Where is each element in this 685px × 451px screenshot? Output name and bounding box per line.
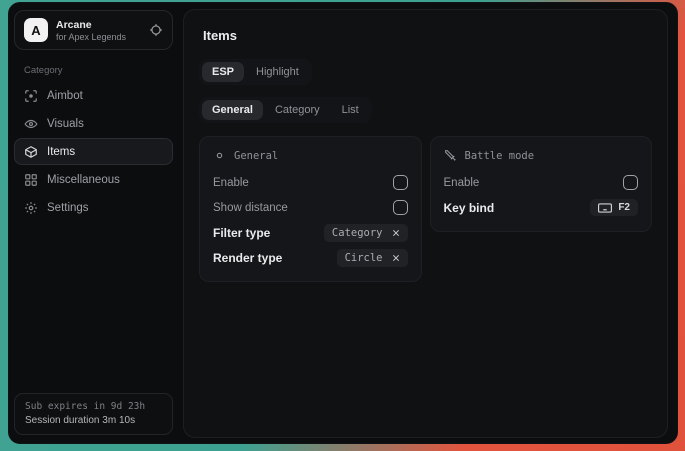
sidebar-item-aimbot[interactable]: Aimbot	[14, 82, 173, 109]
app-header-card: A Arcane for Apex Legends	[14, 10, 173, 50]
setting-row-enable: Enable	[213, 170, 408, 195]
setting-row-battle-enable: Enable	[444, 170, 639, 195]
app-name: Arcane	[56, 19, 126, 31]
filter-type-select[interactable]: Category	[324, 224, 408, 242]
tab-category[interactable]: Category	[265, 100, 330, 120]
setting-label: Key bind	[444, 201, 495, 215]
tab-esp[interactable]: ESP	[202, 62, 244, 82]
session-duration-text: Session duration 3m 10s	[25, 415, 162, 426]
app-subtitle: for Apex Legends	[56, 32, 126, 42]
arcane-window: A Arcane for Apex Legends Category	[8, 2, 678, 444]
setting-row-key-bind: Key bind F2	[444, 195, 639, 220]
sidebar-item-label: Items	[47, 146, 75, 158]
sidebar-item-miscellaneous[interactable]: Miscellaneous	[14, 166, 173, 193]
battle-enable-checkbox[interactable]	[623, 175, 638, 190]
tab-list[interactable]: List	[332, 100, 369, 120]
close-icon[interactable]	[392, 229, 400, 237]
sidebar-item-label: Settings	[47, 202, 89, 214]
render-type-select[interactable]: Circle	[337, 249, 408, 267]
show-distance-checkbox[interactable]	[393, 200, 408, 215]
general-card-title: General	[234, 150, 278, 162]
items-package-icon	[24, 145, 38, 159]
sword-icon	[444, 149, 457, 162]
sidebar-item-visuals[interactable]: Visuals	[14, 110, 173, 137]
key-bind-button[interactable]: F2	[590, 199, 638, 216]
view-tabbar: General Category List	[199, 97, 372, 123]
render-type-value: Circle	[345, 252, 383, 264]
visuals-eye-icon	[24, 117, 38, 131]
sidebar-item-label: Miscellaneous	[47, 174, 120, 186]
sidebar-item-label: Visuals	[47, 118, 84, 130]
sidebar-nav: Aimbot Visuals	[14, 82, 173, 221]
tab-general[interactable]: General	[202, 100, 263, 120]
app-titles: Arcane for Apex Legends	[56, 19, 126, 42]
sidebar-item-settings[interactable]: Settings	[14, 194, 173, 221]
sun-dim-icon	[213, 149, 226, 162]
general-card-header: General	[213, 149, 408, 162]
crosshair-icon[interactable]	[149, 23, 163, 37]
filter-type-value: Category	[332, 227, 383, 239]
setting-row-show-distance: Show distance	[213, 195, 408, 220]
sidebar-item-items[interactable]: Items	[14, 138, 173, 165]
setting-label: Enable	[213, 177, 249, 189]
aimbot-crosshair-icon	[24, 89, 38, 103]
sidebar-item-label: Aimbot	[47, 90, 83, 102]
sub-expires-text: Sub expires in 9d 23h	[25, 401, 162, 412]
setting-row-filter-type: Filter type Category	[213, 220, 408, 245]
key-bind-value: F2	[618, 202, 630, 213]
category-section-label: Category	[24, 65, 173, 76]
app-logo: A	[24, 18, 48, 42]
page-title: Items	[203, 28, 652, 43]
setting-label: Filter type	[213, 226, 270, 240]
setting-label: Show distance	[213, 202, 288, 214]
keyboard-icon	[598, 203, 612, 213]
sidebar: A Arcane for Apex Legends Category	[9, 3, 179, 443]
desktop-background: A Arcane for Apex Legends Category	[0, 0, 685, 451]
misc-grid-icon	[24, 173, 38, 187]
setting-row-render-type: Render type Circle	[213, 245, 408, 270]
tab-highlight[interactable]: Highlight	[246, 62, 309, 82]
battle-mode-card-header: Battle mode	[444, 149, 639, 162]
settings-gear-icon	[24, 201, 38, 215]
general-card: General Enable Show distance Filter type…	[199, 136, 422, 282]
battle-mode-card-title: Battle mode	[465, 150, 535, 162]
battle-mode-card: Battle mode Enable Key bind	[430, 136, 653, 232]
close-icon[interactable]	[392, 254, 400, 262]
settings-cards-row: General Enable Show distance Filter type…	[199, 136, 652, 282]
mode-tabbar: ESP Highlight	[199, 59, 312, 85]
enable-checkbox[interactable]	[393, 175, 408, 190]
setting-label: Enable	[444, 177, 480, 189]
main-panel: Items ESP Highlight General Category Lis…	[183, 9, 668, 438]
subscription-info-card: Sub expires in 9d 23h Session duration 3…	[14, 393, 173, 435]
setting-label: Render type	[213, 251, 282, 265]
